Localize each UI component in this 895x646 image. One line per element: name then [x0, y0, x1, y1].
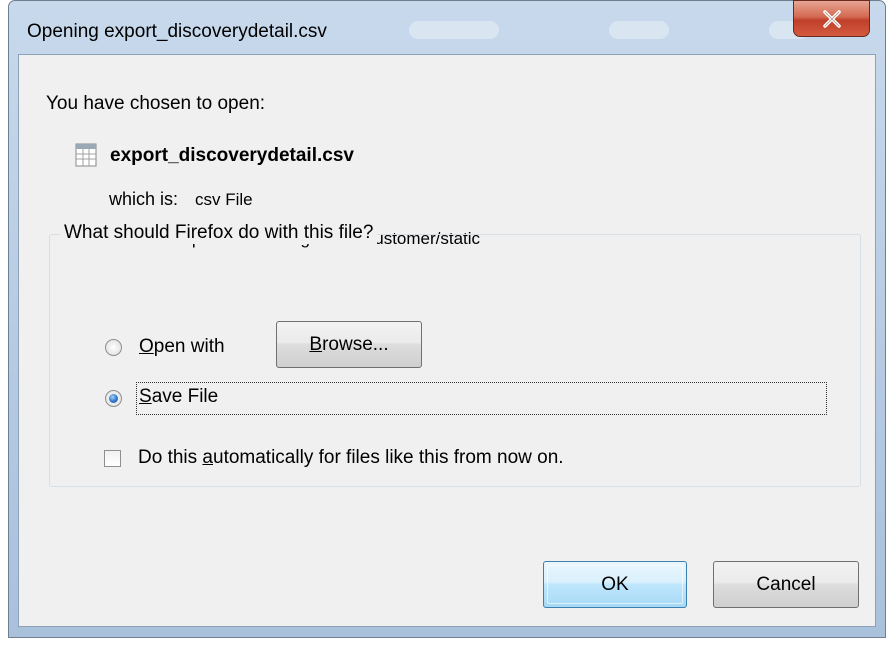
save-access-key: S — [139, 386, 152, 407]
title-bar-blur — [609, 21, 669, 39]
ok-button[interactable]: OK — [543, 561, 687, 608]
open-with-radio[interactable] — [105, 339, 122, 356]
cancel-button[interactable]: Cancel — [713, 561, 859, 608]
save-file-radio[interactable] — [105, 390, 122, 407]
which-is-label: which is: — [109, 189, 179, 209]
auto-access-key: a — [202, 447, 213, 468]
window-title: Opening export_discoverydetail.csv — [27, 21, 327, 42]
title-bar-blur — [409, 21, 499, 39]
browse-button[interactable]: Browse... — [276, 321, 422, 368]
radio-selected-dot — [109, 394, 118, 403]
ok-button-inner-border — [547, 565, 683, 604]
auto-label-prefix: Do this — [138, 447, 203, 468]
intro-text: You have chosen to open: — [46, 93, 266, 114]
browse-access-key: B — [309, 333, 323, 355]
cancel-button-label: Cancel — [756, 573, 816, 595]
auto-checkbox-label[interactable]: Do this automatically for files like thi… — [138, 447, 564, 469]
auto-label-rest: utomatically for files like this from no… — [213, 447, 564, 468]
open-with-label[interactable]: Open with — [139, 336, 225, 358]
save-label-rest: ave File — [151, 386, 219, 407]
file-type-value: csv File — [195, 190, 253, 209]
open-with-access-key: O — [139, 336, 154, 357]
close-button[interactable] — [793, 0, 870, 37]
browse-label-rest: rowse... — [322, 333, 389, 355]
dialog-window: Opening export_discoverydetail.csv You h… — [8, 0, 886, 638]
open-with-label-rest: pen with — [153, 336, 225, 357]
focus-indicator — [136, 382, 827, 415]
save-file-label[interactable]: Save File — [139, 386, 218, 408]
file-name: export_discoverydetail.csv — [110, 145, 354, 166]
auto-checkbox[interactable] — [104, 450, 121, 467]
action-group-legend: What should Firefox do with this file? — [60, 222, 378, 244]
spreadsheet-file-icon — [75, 143, 97, 167]
close-icon — [822, 9, 841, 28]
browse-button-label: Browse... — [309, 334, 388, 356]
